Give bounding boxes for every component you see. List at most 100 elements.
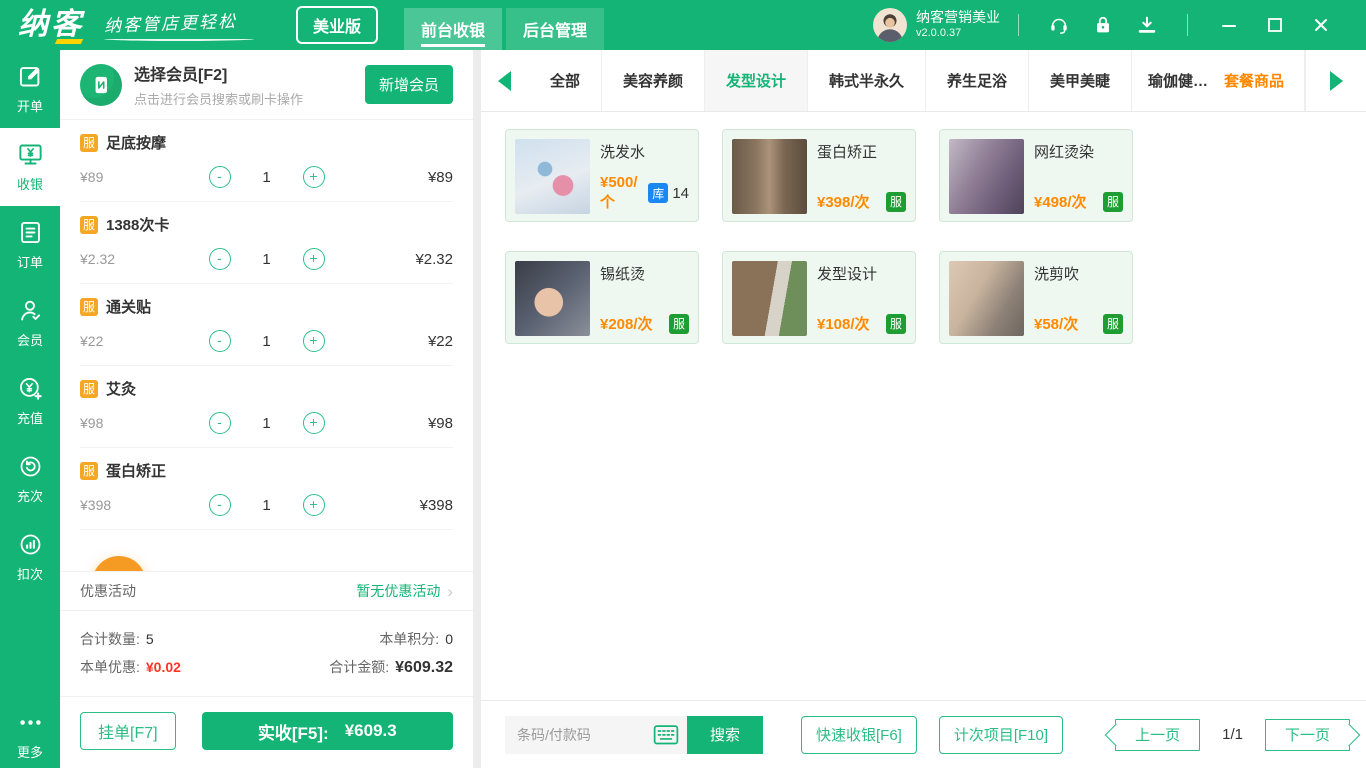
category-tab-yoga[interactable]: 瑜伽健…: [1132, 50, 1216, 111]
plus-button[interactable]: +: [303, 494, 325, 516]
promo-row[interactable]: 优惠活动 暂无优惠活动 ›: [60, 571, 473, 610]
clear-cart-button[interactable]: 清空: [92, 556, 146, 571]
scroll-right-arrow[interactable]: [1305, 50, 1366, 111]
plus-button[interactable]: +: [303, 330, 325, 352]
avatar[interactable]: [873, 8, 907, 42]
total-qty-value: 5: [146, 631, 154, 647]
minus-button[interactable]: -: [209, 412, 231, 434]
charge-button[interactable]: 实收[F5]: ¥609.3: [202, 712, 453, 750]
sidebar-item-orders[interactable]: 订单: [0, 206, 60, 284]
chevron-right-icon: ›: [447, 583, 453, 600]
cart-item-name: 足底按摩: [106, 132, 166, 153]
product-image: [732, 139, 807, 214]
quick-cashier-button[interactable]: 快速收银[F6]: [801, 716, 917, 754]
product-price: ¥398/次: [817, 191, 886, 212]
service-badge: 服: [1103, 192, 1123, 212]
scroll-left-arrow[interactable]: [481, 50, 529, 111]
cart-item-qty: 1: [257, 497, 277, 514]
plus-button[interactable]: +: [303, 248, 325, 270]
add-member-button[interactable]: 新增会员: [365, 65, 453, 104]
cart-panel: 选择会员[F2] 点击进行会员搜索或刷卡操作 新增会员 服 足底按摩 ¥89 -…: [60, 50, 473, 768]
service-badge: 服: [80, 134, 98, 152]
app-version: v2.0.0.37: [916, 27, 1000, 41]
category-tab-beauty[interactable]: 美容养颜: [602, 50, 705, 111]
left-triangle-icon: [498, 71, 511, 91]
category-tab-hair-design[interactable]: 发型设计: [705, 50, 808, 111]
product-price: ¥500/个: [600, 174, 648, 212]
product-price: ¥108/次: [817, 313, 886, 334]
sidebar-item-members[interactable]: 会员: [0, 284, 60, 362]
cart-item: 服 1388次卡 ¥2.32 - 1 + ¥2.32: [80, 202, 453, 284]
orders-icon: [17, 219, 44, 246]
tab-back-management[interactable]: 后台管理: [506, 8, 604, 50]
close-button[interactable]: [1312, 16, 1330, 34]
cart-item-name: 蛋白矫正: [106, 460, 166, 481]
promo-value: 暂无优惠活动: [356, 581, 440, 601]
cart-item: 服 艾灸 ¥98 - 1 + ¥98: [80, 366, 453, 448]
download-icon[interactable]: [1136, 14, 1158, 36]
sidebar-item-more[interactable]: 更多: [0, 706, 60, 764]
slogan-underline: [104, 37, 254, 41]
prev-page-button[interactable]: 上一页: [1115, 719, 1200, 751]
stock-count: 14: [672, 185, 689, 202]
cart-item-qty: 1: [257, 415, 277, 432]
category-tab-semi-permanent[interactable]: 韩式半永久: [808, 50, 926, 111]
minus-button[interactable]: -: [209, 166, 231, 188]
service-badge: 服: [886, 192, 906, 212]
stock-badge: 库: [648, 183, 668, 203]
count-item-button[interactable]: 计次项目[F10]: [939, 716, 1063, 754]
product-card[interactable]: 洗发水 ¥500/个 库 14: [505, 129, 699, 222]
service-badge: 服: [80, 462, 98, 480]
cashier-icon: [17, 141, 44, 168]
product-card[interactable]: 发型设计 ¥108/次 服: [722, 251, 916, 344]
points-label: 本单积分:: [379, 629, 439, 649]
customer-service-icon[interactable]: [1048, 14, 1070, 36]
hold-order-button[interactable]: 挂单[F7]: [80, 712, 176, 750]
category-tab-package[interactable]: 套餐商品: [1216, 50, 1305, 111]
cart-item-name: 通关贴: [106, 296, 151, 317]
maximize-button[interactable]: [1266, 16, 1284, 34]
total-amount-label: 合计金额:: [329, 657, 389, 677]
member-select-area[interactable]: 选择会员[F2] 点击进行会员搜索或刷卡操作: [134, 61, 365, 108]
order-summary: 合计数量: 5 本单积分: 0 本单优惠: ¥0.02 合计金额: ¥609.3…: [60, 610, 473, 696]
category-tab-nail-lash[interactable]: 美甲美睫: [1029, 50, 1132, 111]
more-dots-icon: [17, 709, 44, 736]
minus-button[interactable]: -: [209, 248, 231, 270]
lock-icon[interactable]: [1092, 14, 1114, 36]
minus-button[interactable]: -: [209, 494, 231, 516]
tab-front-cashier[interactable]: 前台收银: [404, 8, 502, 50]
deduct-times-icon: [17, 531, 44, 558]
discount-label: 本单优惠:: [80, 657, 140, 677]
sidebar-item-recharge[interactable]: 充值: [0, 362, 60, 440]
plus-button[interactable]: +: [303, 412, 325, 434]
minus-button[interactable]: -: [209, 330, 231, 352]
sidebar-item-open-order[interactable]: 开单: [0, 50, 60, 128]
member-select-header: 选择会员[F2] 点击进行会员搜索或刷卡操作 新增会员: [60, 50, 473, 120]
product-card[interactable]: 蛋白矫正 ¥398/次 服: [722, 129, 916, 222]
cart-item-name: 1388次卡: [106, 214, 169, 235]
page-indicator: 1/1: [1222, 726, 1243, 743]
category-tab-all[interactable]: 全部: [529, 50, 602, 111]
search-button[interactable]: 搜索: [687, 716, 763, 754]
points-value: 0: [445, 631, 453, 647]
minimize-button[interactable]: [1220, 16, 1238, 34]
cart-item: 服 蛋白矫正 ¥398 - 1 + ¥398: [80, 448, 453, 530]
catalog-panel: 全部 美容养颜 发型设计 韩式半永久 养生足浴 美甲美睫 瑜伽健… 套餐商品 洗…: [481, 50, 1366, 768]
cart-item-unit-price: ¥22: [80, 333, 172, 349]
sidebar-item-cashier[interactable]: 收银: [0, 128, 60, 206]
product-card[interactable]: 网红烫染 ¥498/次 服: [939, 129, 1133, 222]
service-badge: 服: [886, 314, 906, 334]
category-tab-foot-bath[interactable]: 养生足浴: [926, 50, 1029, 111]
next-page-button[interactable]: 下一页: [1265, 719, 1350, 751]
product-card[interactable]: 锡纸烫 ¥208/次 服: [505, 251, 699, 344]
sidebar-item-recharge-times[interactable]: 充次: [0, 440, 60, 518]
category-tab-bar: 全部 美容养颜 发型设计 韩式半永久 养生足浴 美甲美睫 瑜伽健… 套餐商品: [481, 50, 1366, 112]
top-right-cluster: 纳客营销美业 v2.0.0.37: [873, 8, 1366, 42]
keyboard-icon[interactable]: [653, 724, 679, 746]
product-image: [949, 261, 1024, 336]
plus-button[interactable]: +: [303, 166, 325, 188]
product-card[interactable]: 洗剪吹 ¥58/次 服: [939, 251, 1133, 344]
member-select-subtitle: 点击进行会员搜索或刷卡操作: [134, 89, 365, 108]
sidebar-item-deduct-times[interactable]: 扣次: [0, 518, 60, 596]
edition-badge-button[interactable]: 美业版: [296, 6, 378, 44]
